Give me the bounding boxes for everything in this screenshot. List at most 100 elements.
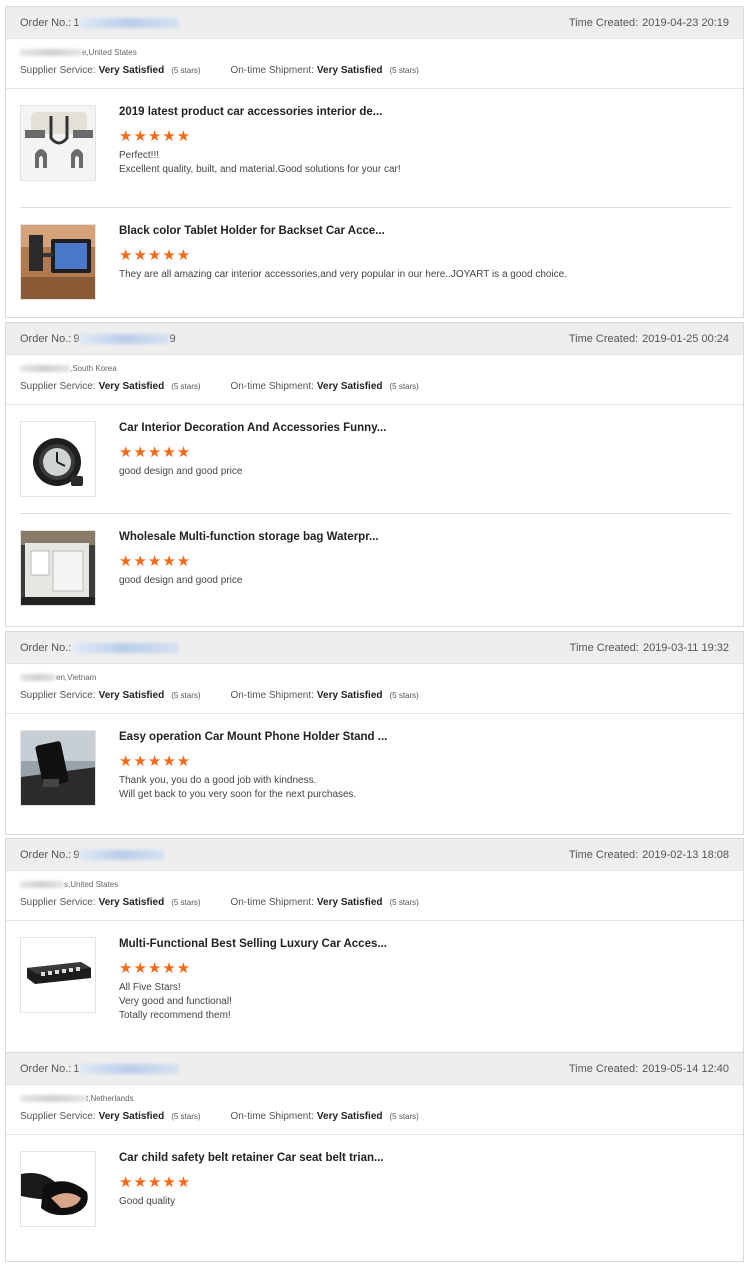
- ontime-shipment-value: Very Satisfied: [316, 896, 383, 908]
- storage-bag-image: [21, 531, 95, 605]
- supplier-service-stars: (5 stars): [171, 897, 201, 907]
- ontime-shipment-value: Very Satisfied: [316, 64, 383, 76]
- parking-number-plate-image: [21, 938, 95, 1012]
- ontime-shipment-label: On-time Shipment:: [230, 689, 314, 701]
- review-star-rating: ★★★★★: [119, 247, 192, 264]
- order-card: Order No.: 9 Time Created: 2019-02-13 18:…: [5, 838, 744, 1056]
- buyer-location: s,United States: [20, 879, 729, 889]
- ontime-shipment-stars: (5 stars): [389, 65, 419, 75]
- review-comment-line: All Five Stars!: [119, 982, 181, 993]
- supplier-service-value: Very Satisfied: [98, 64, 165, 76]
- supplier-service-stars: (5 stars): [171, 65, 201, 75]
- buyer-location: e,United States: [20, 47, 729, 57]
- order-number-suffix: 9: [169, 332, 176, 345]
- time-created-value: 2019-04-23 20:19: [642, 16, 729, 29]
- buyer-info: e,United States Supplier Service: Very S…: [6, 39, 743, 77]
- supplier-service-value: Very Satisfied: [98, 689, 165, 701]
- ontime-shipment-stars: (5 stars): [389, 381, 419, 391]
- time-created-label: Time Created:: [568, 332, 639, 345]
- time-created-value: 2019-03-11 19:32: [642, 641, 729, 654]
- order-number: Order No.: 9 9: [20, 333, 176, 345]
- review-star-rating: ★★★★★: [119, 753, 192, 770]
- product-title-link[interactable]: Wholesale Multi-function storage bag Wat…: [119, 531, 379, 543]
- product-thumbnail[interactable]: [20, 105, 96, 181]
- review-comment: Good quality: [119, 1195, 175, 1209]
- buyer-location: en,Vietnam: [20, 672, 729, 682]
- buyer-info: t,Netherlands Supplier Service: Very Sat…: [6, 1085, 743, 1123]
- headrest-hook-image: [21, 106, 95, 180]
- product-thumbnail[interactable]: [20, 421, 96, 497]
- product-thumbnail[interactable]: [20, 530, 96, 606]
- review-comment-line: Very good and functional!: [119, 996, 232, 1007]
- review-comment-line: Excellent quality, built, and material.G…: [119, 164, 401, 175]
- review-star-rating: ★★★★★: [119, 960, 192, 977]
- review-comment: They are all amazing car interior access…: [119, 268, 567, 282]
- review-comment: good design and good price: [119, 465, 242, 479]
- ontime-shipment-label: On-time Shipment:: [230, 896, 314, 908]
- buyer-country: ,South Korea: [70, 363, 117, 373]
- time-created-label: Time Created:: [569, 641, 639, 654]
- review-item: Car child safety belt retainer Car seat …: [6, 1135, 743, 1253]
- time-created-value: 2019-02-13 18:08: [642, 848, 729, 861]
- review-comment-line: good design and good price: [119, 575, 243, 586]
- buyer-country: en,Vietnam: [56, 672, 97, 682]
- redacted-order-number: [79, 1063, 180, 1074]
- buyer-country: s,United States: [64, 879, 119, 889]
- order-card: Order No.: 9 9 Time Created: 2019-01-25 0…: [5, 322, 744, 627]
- order-number-label: Order No.:: [20, 332, 72, 345]
- product-title-link[interactable]: 2019 latest product car accessories inte…: [119, 106, 382, 118]
- product-thumbnail[interactable]: [20, 937, 96, 1013]
- time-created: Time Created: 2019-02-13 18:08: [569, 849, 729, 861]
- product-thumbnail[interactable]: [20, 1151, 96, 1227]
- seat-belt-retainer-image: [21, 1152, 95, 1226]
- order-card: Order No.: 1 Time Created: 2019-05-14 12:…: [5, 1052, 744, 1262]
- product-title-link[interactable]: Car child safety belt retainer Car seat …: [119, 1152, 384, 1164]
- order-header: Order No.: 1 Time Created: 2019-05-14 12:…: [6, 1053, 743, 1085]
- review-star-rating: ★★★★★: [119, 553, 192, 570]
- review-item: Black color Tablet Holder for Backset Ca…: [20, 207, 731, 317]
- product-title-link[interactable]: Car Interior Decoration And Accessories …: [119, 422, 386, 434]
- product-title-link[interactable]: Multi-Functional Best Selling Luxury Car…: [119, 938, 387, 950]
- review-item: Multi-Functional Best Selling Luxury Car…: [6, 921, 743, 1051]
- time-created: Time Created: 2019-05-14 12:40: [569, 1063, 729, 1075]
- buyer-country: t,Netherlands: [86, 1093, 134, 1103]
- review-star-rating: ★★★★★: [119, 128, 192, 145]
- order-header: Order No.: 9 9 Time Created: 2019-01-25 0…: [6, 323, 743, 355]
- ontime-shipment-value: Very Satisfied: [316, 1110, 383, 1122]
- redacted-buyer-name: [20, 1094, 86, 1102]
- review-star-rating: ★★★★★: [119, 444, 192, 461]
- review-comment: Thank you, you do a good job with kindne…: [119, 774, 356, 802]
- buyer-location: ,South Korea: [20, 363, 729, 373]
- product-thumbnail[interactable]: [20, 730, 96, 806]
- ontime-shipment-label: On-time Shipment:: [230, 380, 314, 392]
- supplier-service-stars: (5 stars): [171, 690, 201, 700]
- product-title-link[interactable]: Black color Tablet Holder for Backset Ca…: [119, 225, 385, 237]
- review-comment: good design and good price: [119, 574, 242, 588]
- review-item: Easy operation Car Mount Phone Holder St…: [6, 714, 743, 832]
- supplier-ratings: Supplier Service: Very Satisfied (5 star…: [20, 895, 729, 909]
- buyer-info: en,Vietnam Supplier Service: Very Satisf…: [6, 664, 743, 702]
- order-number: Order No.:: [20, 642, 179, 654]
- order-number-label: Order No.:: [20, 16, 72, 29]
- order-header: Order No.: 1 Time Created: 2019-04-23 20:…: [6, 7, 743, 39]
- redacted-buyer-name: [20, 880, 64, 888]
- review-item: Car Interior Decoration And Accessories …: [6, 405, 743, 513]
- order-card: Order No.: Time Created: 2019-03-11 19:32…: [5, 631, 744, 835]
- buyer-info: ,South Korea Supplier Service: Very Sati…: [6, 355, 743, 393]
- review-comment-line: Thank you, you do a good job with kindne…: [119, 775, 317, 786]
- supplier-service-value: Very Satisfied: [98, 380, 165, 392]
- supplier-service-stars: (5 stars): [171, 1111, 201, 1121]
- redacted-order-number: [79, 333, 170, 344]
- product-title-link[interactable]: Easy operation Car Mount Phone Holder St…: [119, 731, 387, 743]
- order-number-label: Order No.:: [20, 848, 72, 861]
- order-number: Order No.: 9: [20, 848, 165, 861]
- supplier-service-label: Supplier Service:: [20, 689, 96, 701]
- ontime-shipment-stars: (5 stars): [389, 897, 419, 907]
- order-number-label: Order No.:: [20, 1062, 72, 1075]
- ontime-shipment-label: On-time Shipment:: [230, 1110, 314, 1122]
- buyer-info: s,United States Supplier Service: Very S…: [6, 871, 743, 909]
- review-comment-line: Perfect!!!: [119, 150, 160, 161]
- redacted-buyer-name: [20, 364, 70, 372]
- review-comment-line: good design and good price: [119, 466, 243, 477]
- product-thumbnail[interactable]: [20, 224, 96, 300]
